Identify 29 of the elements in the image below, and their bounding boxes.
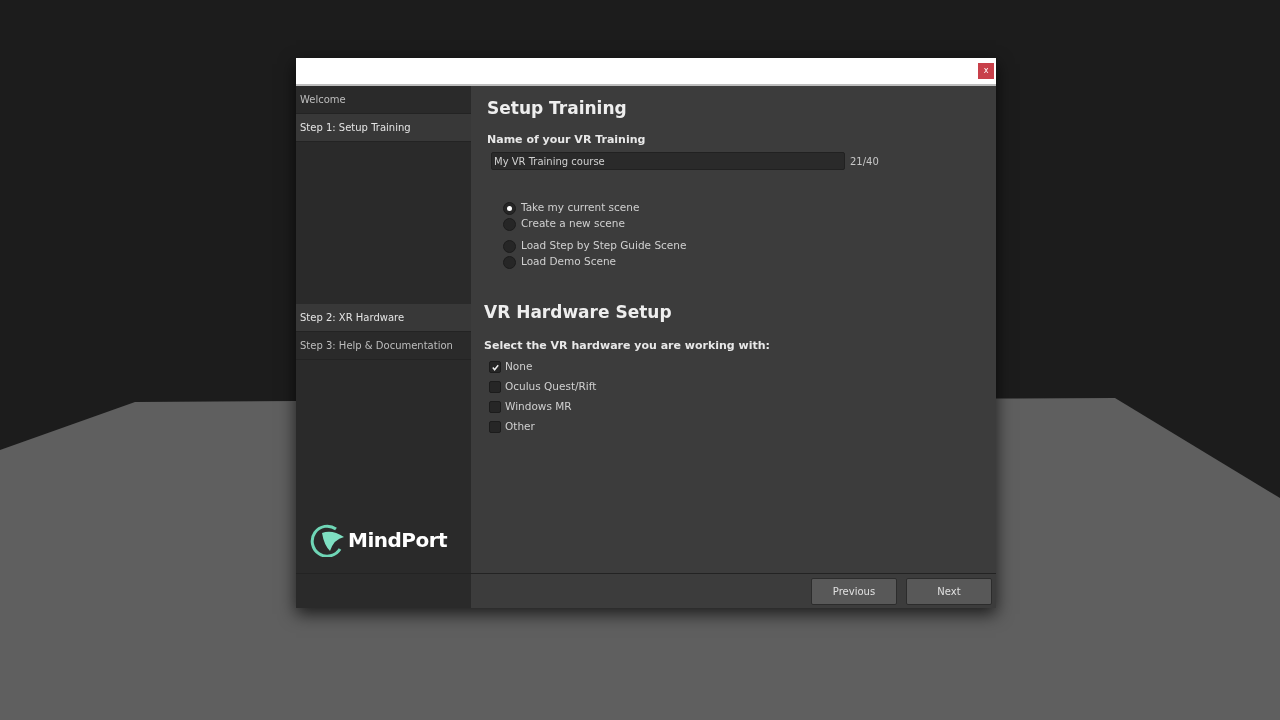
checkbox-option[interactable]: Other bbox=[489, 417, 996, 437]
checkbox-option[interactable]: None bbox=[489, 357, 996, 377]
section-title: Setup Training bbox=[486, 97, 628, 120]
checkbox[interactable] bbox=[489, 421, 501, 433]
checkbox[interactable] bbox=[489, 381, 501, 393]
radio-button[interactable] bbox=[503, 217, 516, 231]
radio-button[interactable] bbox=[503, 201, 516, 215]
nav-button[interactable]: Next bbox=[906, 577, 992, 605]
radio-button[interactable] bbox=[503, 255, 516, 269]
sidebar-item[interactable]: Step 1: Setup Training bbox=[296, 114, 471, 142]
close-button[interactable]: x bbox=[978, 63, 994, 79]
character-counter: 21/40 bbox=[850, 154, 879, 169]
nav-button[interactable]: Previous bbox=[811, 577, 897, 605]
checkbox-option[interactable]: Oculus Quest/Rift bbox=[489, 377, 996, 397]
checkbox[interactable] bbox=[489, 401, 501, 413]
name-input-field[interactable]: My VR Training course bbox=[491, 152, 845, 170]
logo-text: MindPort bbox=[348, 527, 448, 554]
radio-option[interactable]: Create a new scene bbox=[503, 216, 996, 232]
sidebar-item[interactable]: Step 2: XR Hardware bbox=[296, 304, 471, 332]
logo-swirl-icon bbox=[310, 523, 346, 557]
field-label: Name of your VR Training bbox=[486, 131, 647, 148]
radio-option[interactable]: Take my current scene bbox=[503, 200, 996, 216]
hardware-prompt: Select the VR hardware you are working with: bbox=[484, 337, 771, 354]
radio-option[interactable]: Load Step by Step Guide Scene bbox=[503, 238, 996, 254]
radio-button[interactable] bbox=[503, 239, 516, 253]
checkbox-option[interactable]: Windows MR bbox=[489, 397, 996, 417]
section-title: VR Hardware Setup bbox=[484, 301, 673, 324]
checkbox[interactable] bbox=[489, 361, 501, 373]
radio-option[interactable]: Load Demo Scene bbox=[503, 254, 996, 270]
